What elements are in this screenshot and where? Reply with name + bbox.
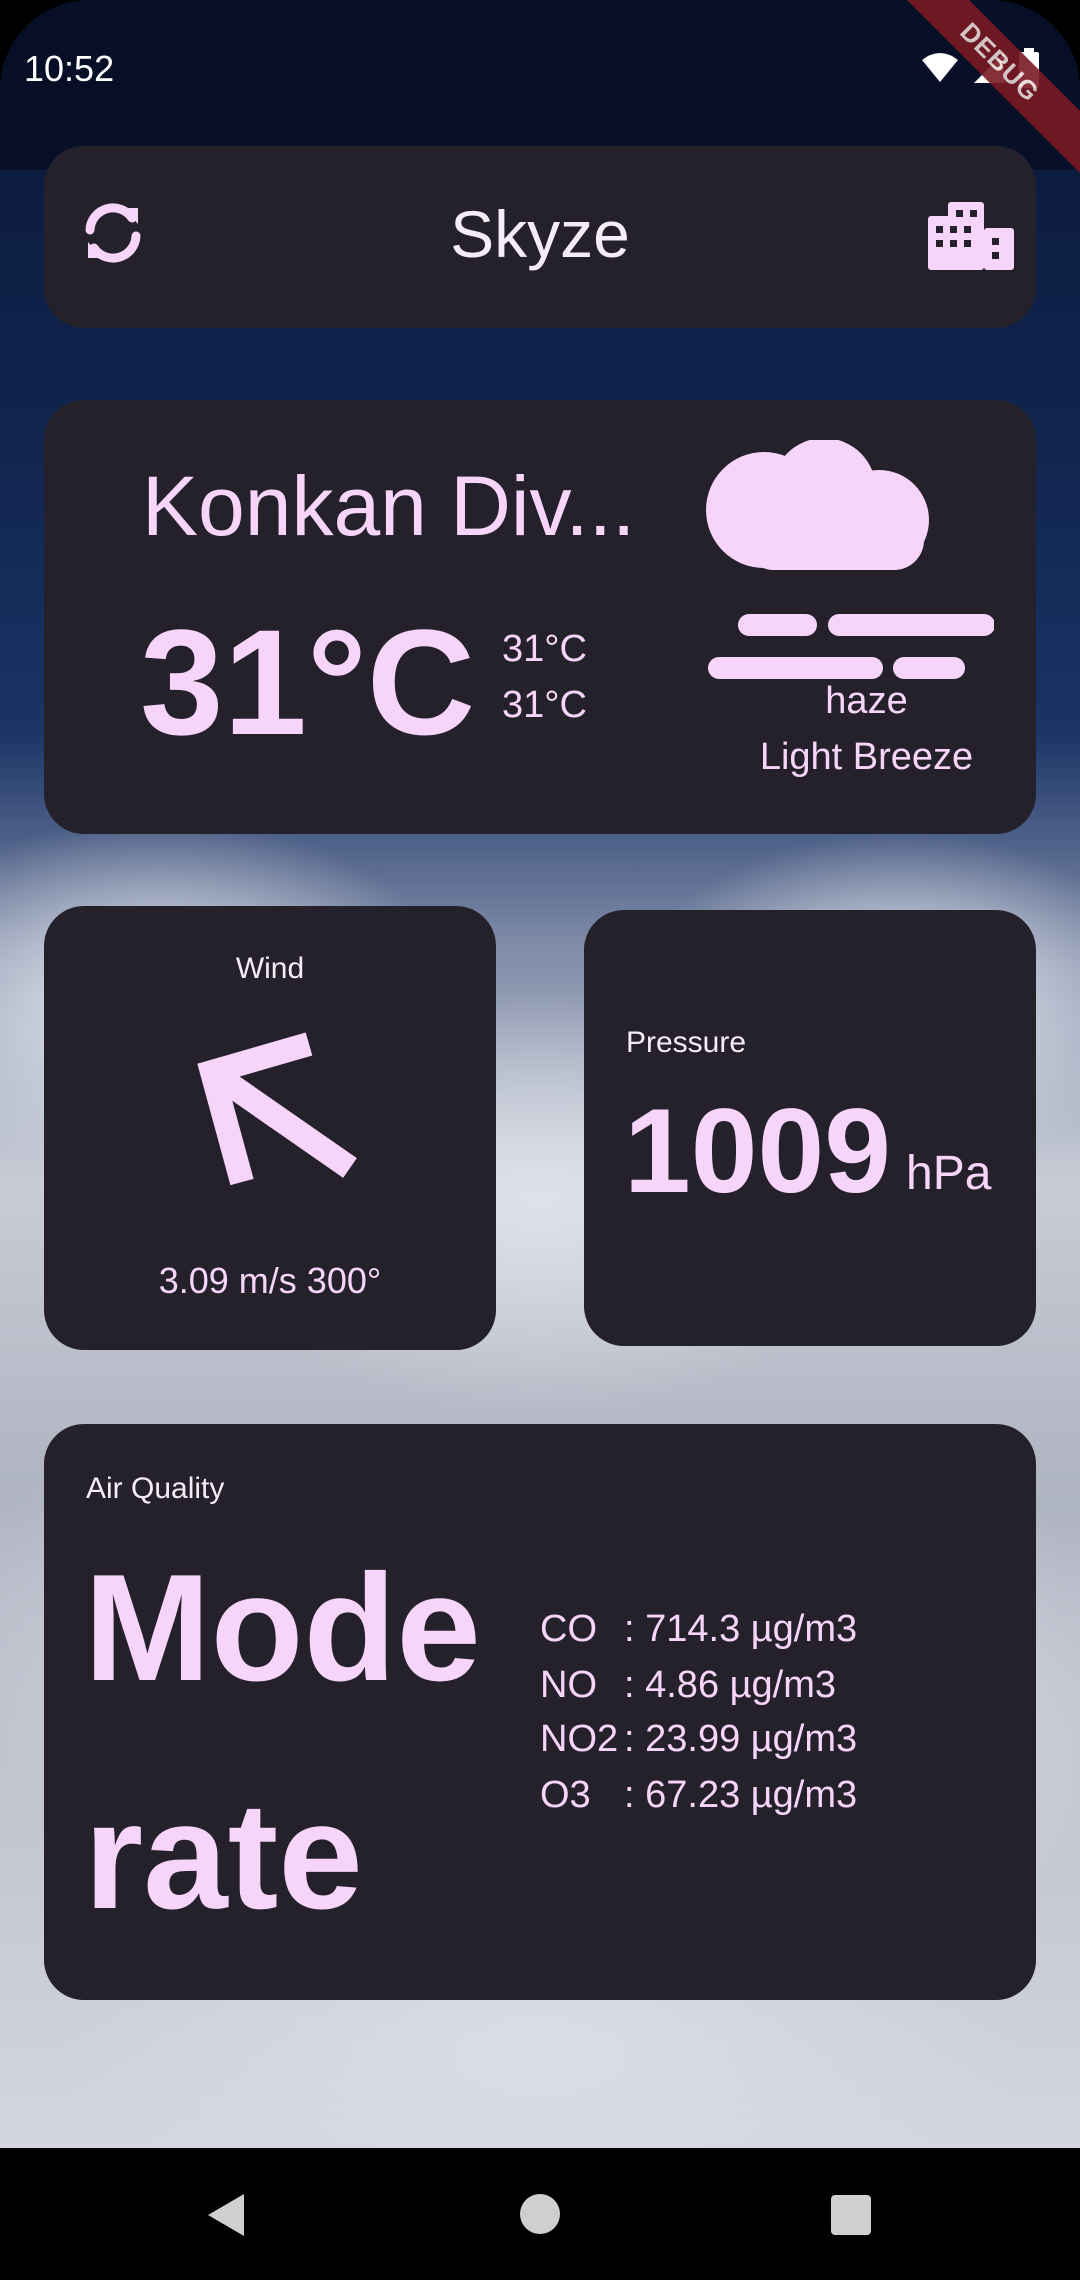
pollutant-symbol: NO: [540, 1664, 597, 1706]
min-temperature: 31°C: [502, 684, 587, 726]
pollutant-row: CO : 714.3 µg/m3: [540, 1608, 857, 1651]
pollutant-value: : 67.23 µg/m3: [624, 1774, 858, 1816]
pollutant-row: NO2: 23.99 µg/m3: [540, 1718, 857, 1761]
pressure-label: Pressure: [626, 1026, 747, 1059]
pressure-unit: hPa: [906, 1147, 992, 1200]
status-time: 10:52: [24, 48, 115, 89]
pressure-value: 1009: [624, 1084, 891, 1218]
app-header: Skyze: [44, 146, 1036, 328]
air-quality-status-line1: Mode: [84, 1543, 481, 1713]
pollutant-row: O3 : 67.23 µg/m3: [540, 1774, 857, 1817]
current-weather-card[interactable]: Konkan Div... 31°C 31°C 31°C haze Light …: [44, 400, 1036, 834]
wind-label: Wind: [235, 952, 305, 985]
pollutant-symbol: NO2: [540, 1718, 619, 1760]
max-temperature: 31°C: [502, 628, 587, 670]
pollutant-value: : 23.99 µg/m3: [624, 1718, 858, 1760]
back-icon[interactable]: [206, 2192, 246, 2238]
status-bar: 10:52 DEBUG: [0, 0, 1080, 184]
pollutant-symbol: CO: [540, 1608, 597, 1650]
city-buildings-icon[interactable]: [928, 202, 1014, 270]
system-navigation-bar: [0, 2148, 1080, 2280]
weather-condition: haze: [825, 680, 908, 722]
pollutant-value: : 714.3 µg/m3: [624, 1608, 858, 1650]
air-quality-label: Air Quality: [86, 1472, 225, 1505]
wind-direction-arrow-icon: [197, 1032, 357, 1186]
recents-icon[interactable]: [830, 2194, 872, 2236]
wifi-icon: [922, 53, 958, 82]
current-temperature: 31°C: [140, 598, 476, 766]
pollutant-row: NO : 4.86 µg/m3: [540, 1664, 836, 1707]
refresh-icon[interactable]: [80, 200, 146, 266]
pressure-card[interactable]: Pressure 1009 hPa: [584, 910, 1036, 1346]
wind-card[interactable]: Wind 3.09 m/s 300°: [44, 906, 496, 1350]
home-icon[interactable]: [518, 2192, 562, 2236]
air-quality-status-line2: rate: [84, 1771, 363, 1941]
app-title: Skyze: [450, 197, 630, 271]
pollutant-value: : 4.86 µg/m3: [624, 1664, 837, 1706]
air-quality-card[interactable]: Air Quality Mode rate CO : 714.3 µg/m3 NO…: [44, 1424, 1036, 2000]
phone-screen: 10:52 DEBUG Skyze Konkan Div... 31°C 31°…: [0, 0, 1080, 2280]
wind-description: Light Breeze: [759, 736, 974, 778]
city-name: Konkan Div...: [142, 459, 636, 553]
pollutant-symbol: O3: [540, 1774, 591, 1816]
haze-fog-icon: [706, 440, 994, 679]
wind-speed-direction: 3.09 m/s 300°: [158, 1260, 382, 1301]
